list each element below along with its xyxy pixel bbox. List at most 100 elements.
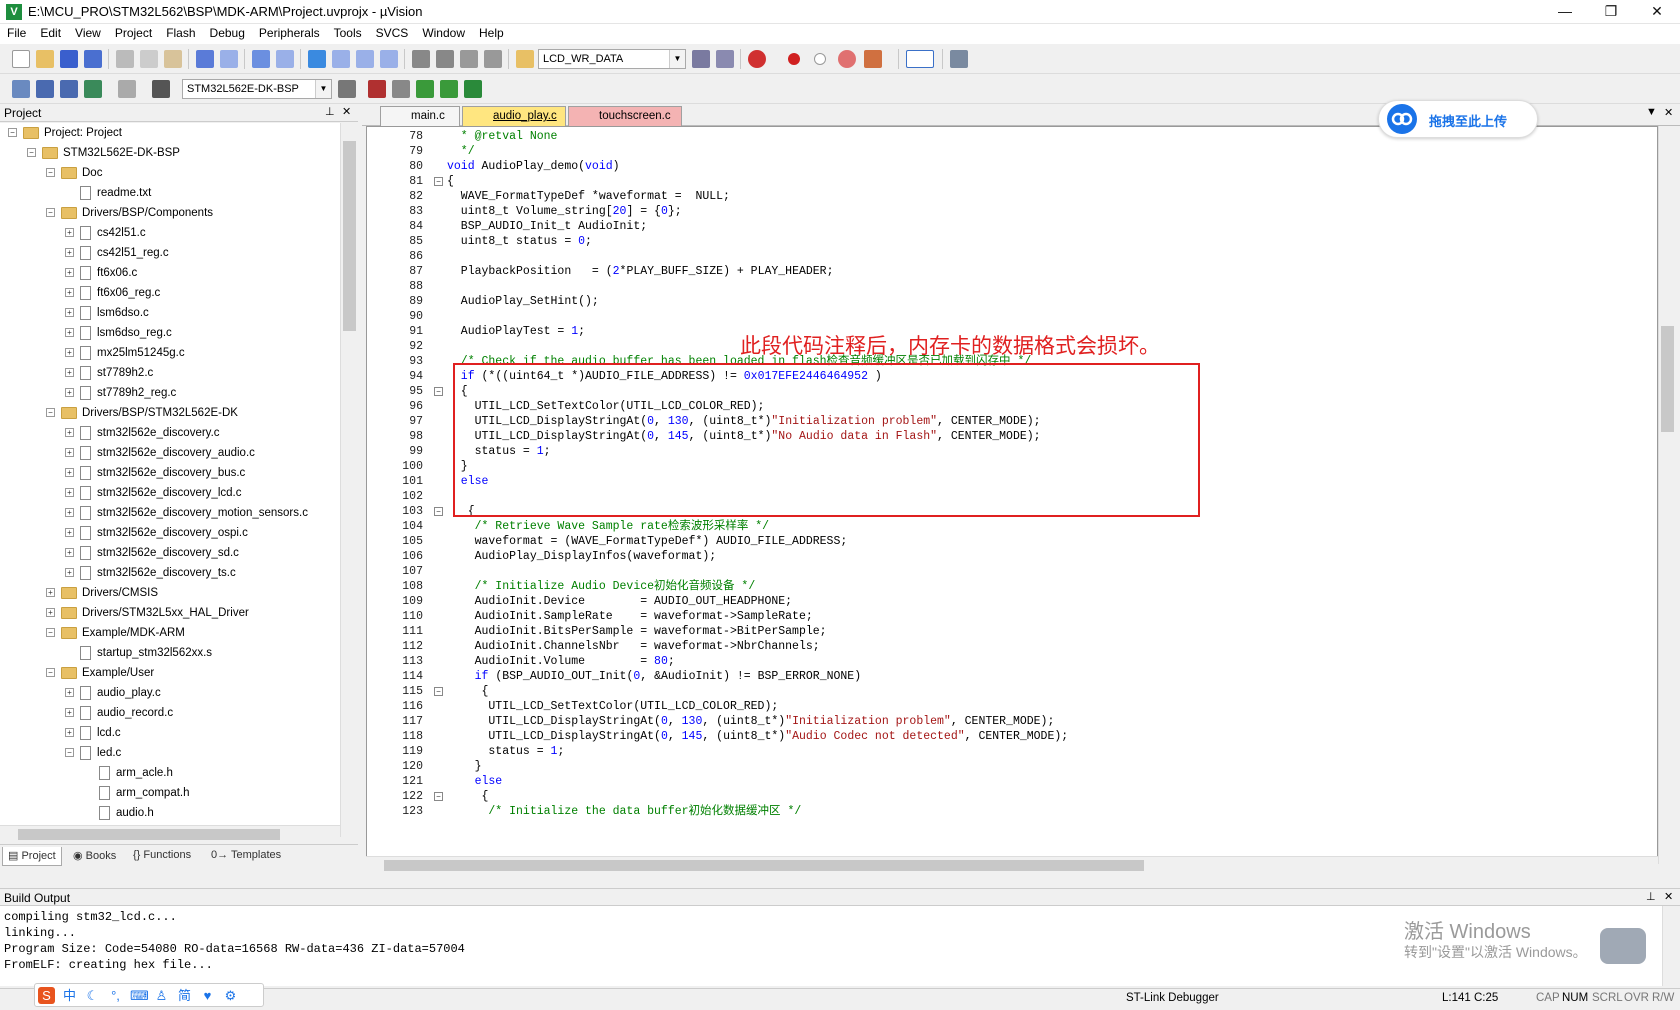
code-line[interactable]: AudioPlay_DisplayInfos(waveformat); — [447, 549, 717, 565]
tree-item[interactable]: arm_acle.h — [84, 763, 173, 783]
ime-simplified[interactable]: 简 — [176, 987, 193, 1004]
fold-marker[interactable]: − — [433, 504, 445, 520]
scroll-thumb[interactable] — [384, 860, 1144, 871]
code-line[interactable]: if (BSP_AUDIO_OUT_Init(0, &AudioInit) !=… — [447, 669, 862, 685]
new-file-icon[interactable] — [12, 50, 30, 68]
tree-item[interactable]: + mx25lm51245g.c — [65, 343, 185, 363]
fold-marker[interactable]: − — [433, 684, 445, 700]
code-line[interactable]: waveformat = (WAVE_FormatTypeDef*) AUDIO… — [447, 534, 848, 550]
breakpoint-icon[interactable] — [788, 53, 800, 65]
paste-icon[interactable] — [164, 50, 182, 68]
tree-item[interactable]: + stm32l562e_discovery_ospi.c — [65, 523, 248, 543]
tree-item[interactable]: + st7789h2_reg.c — [65, 383, 176, 403]
tree-horizontal-scrollbar[interactable] — [0, 825, 340, 843]
download-load-icon[interactable] — [152, 80, 170, 98]
batch-build-icon[interactable] — [84, 80, 102, 98]
unindent-icon[interactable] — [436, 50, 454, 68]
skin-icon[interactable]: ♥ — [199, 987, 216, 1004]
collapse-icon[interactable]: − — [46, 628, 55, 638]
collapse-icon[interactable]: − — [46, 168, 55, 178]
close-editor-icon[interactable]: ✕ — [1664, 106, 1673, 119]
fold-marker[interactable]: − — [433, 174, 445, 190]
editor-horizontal-scrollbar[interactable] — [366, 856, 1658, 874]
tab-project[interactable]: ▤ Project — [2, 847, 62, 866]
expand-icon[interactable]: + — [65, 248, 74, 258]
tree-item[interactable]: + audio_record.c — [65, 703, 173, 723]
code-line[interactable]: */ — [447, 144, 475, 160]
tree-item[interactable]: − Doc — [46, 163, 102, 183]
tree-item[interactable]: − Project: Project — [8, 123, 122, 143]
chat-bubble-icon[interactable] — [1600, 928, 1646, 964]
collapse-icon[interactable]: − — [434, 687, 443, 696]
tree-item[interactable]: + stm32l562e_discovery_ts.c — [65, 563, 236, 583]
menu-tools[interactable]: Tools — [327, 24, 369, 44]
tree-item[interactable]: + cs42l51.c — [65, 223, 146, 243]
menu-window[interactable]: Window — [415, 24, 472, 44]
user-icon[interactable]: ♙ — [153, 987, 170, 1004]
close-panel-icon[interactable]: ✕ — [1664, 890, 1673, 903]
menu-project[interactable]: Project — [108, 24, 159, 44]
code-line[interactable]: else — [447, 774, 503, 790]
pack-installer-icon[interactable] — [440, 80, 458, 98]
ime-settings-icon[interactable]: ⚙ — [222, 987, 239, 1004]
target-options-icon[interactable] — [338, 80, 356, 98]
code-line[interactable]: AudioInit.ChannelsNbr = waveformat->NbrC… — [447, 639, 820, 655]
run-time-env-icon[interactable] — [464, 80, 482, 98]
expand-icon[interactable]: + — [65, 348, 74, 358]
expand-icon[interactable]: + — [65, 448, 74, 458]
clear-bookmarks-icon[interactable] — [380, 50, 398, 68]
tree-item[interactable]: + lsm6dso.c — [65, 303, 149, 323]
debug-tools-icon[interactable] — [864, 50, 882, 68]
menu-file[interactable]: File — [0, 24, 33, 44]
menu-debug[interactable]: Debug — [203, 24, 252, 44]
tree-item[interactable]: + stm32l562e_discovery.c — [65, 423, 220, 443]
tree-item[interactable]: + Drivers/STM32L5xx_HAL_Driver — [46, 603, 249, 623]
collapse-icon[interactable]: − — [46, 408, 55, 418]
pin-icon[interactable]: ⊥ — [325, 105, 335, 118]
tree-item[interactable]: + ft6x06.c — [65, 263, 137, 283]
tree-item[interactable]: + stm32l562e_discovery_lcd.c — [65, 483, 241, 503]
upload-button[interactable]: 拖拽至此上传 — [1378, 100, 1538, 138]
code-line[interactable]: AudioInit.Device = AUDIO_OUT_HEADPHONE; — [447, 594, 792, 610]
tree-item[interactable]: + lsm6dso_reg.c — [65, 323, 172, 343]
expand-icon[interactable]: + — [65, 728, 74, 738]
find-combo[interactable]: LCD_WR_DATA ▼ — [538, 49, 686, 69]
stop-build-icon[interactable] — [118, 80, 136, 98]
code-line[interactable]: } — [447, 759, 482, 775]
code-line[interactable]: { — [447, 174, 454, 190]
collapse-icon[interactable]: − — [434, 507, 443, 516]
tab-main-c[interactable]: main.c — [380, 106, 460, 126]
target-combo[interactable]: STM32L562E-DK-BSP ▼ — [182, 79, 332, 99]
menu-help[interactable]: Help — [472, 24, 511, 44]
tree-item[interactable]: − led.c — [65, 743, 121, 763]
code-line[interactable]: /* Initialize Audio Device初始化音频设备 */ — [447, 579, 756, 595]
tab-list-dropdown-icon[interactable]: ▼ — [1646, 106, 1657, 118]
tree-item[interactable]: + lcd.c — [65, 723, 121, 743]
expand-icon[interactable]: + — [65, 288, 74, 298]
code-line[interactable]: AudioInit.Volume = 80; — [447, 654, 675, 670]
expand-icon[interactable]: + — [65, 468, 74, 478]
expand-icon[interactable]: + — [65, 268, 74, 278]
tree-item[interactable]: + stm32l562e_discovery_bus.c — [65, 463, 245, 483]
tree-item[interactable]: + stm32l562e_discovery_motion_sensors.c — [65, 503, 308, 523]
expand-icon[interactable]: + — [65, 328, 74, 338]
tree-item[interactable]: + audio_play.c — [65, 683, 161, 703]
tree-item[interactable]: + ft6x06_reg.c — [65, 283, 160, 303]
tree-item[interactable]: + stm32l562e_discovery_audio.c — [65, 443, 255, 463]
manage-project-icon[interactable] — [368, 80, 386, 98]
scroll-thumb[interactable] — [1661, 326, 1674, 432]
maximize-button[interactable]: ❐ — [1588, 0, 1634, 24]
ime-language[interactable]: 中 — [61, 987, 78, 1004]
tree-item[interactable]: − Drivers/BSP/Components — [46, 203, 213, 223]
menu-view[interactable]: View — [68, 24, 108, 44]
manage-components-icon[interactable] — [392, 80, 410, 98]
find-icon[interactable] — [692, 50, 710, 68]
tree-item[interactable]: − Example/User — [46, 663, 154, 683]
punctuation-icon[interactable]: °, — [107, 987, 124, 1004]
code-line[interactable]: * @retval None — [447, 129, 558, 145]
tree-item[interactable]: − Drivers/BSP/STM32L562E-DK — [46, 403, 238, 423]
expand-icon[interactable]: + — [65, 308, 74, 318]
tab-audio-play-c[interactable]: audio_play.c — [462, 106, 566, 126]
code-line[interactable]: /* Retrieve Wave Sample rate检索波形采样率 */ — [447, 519, 769, 535]
expand-icon[interactable]: + — [65, 488, 74, 498]
